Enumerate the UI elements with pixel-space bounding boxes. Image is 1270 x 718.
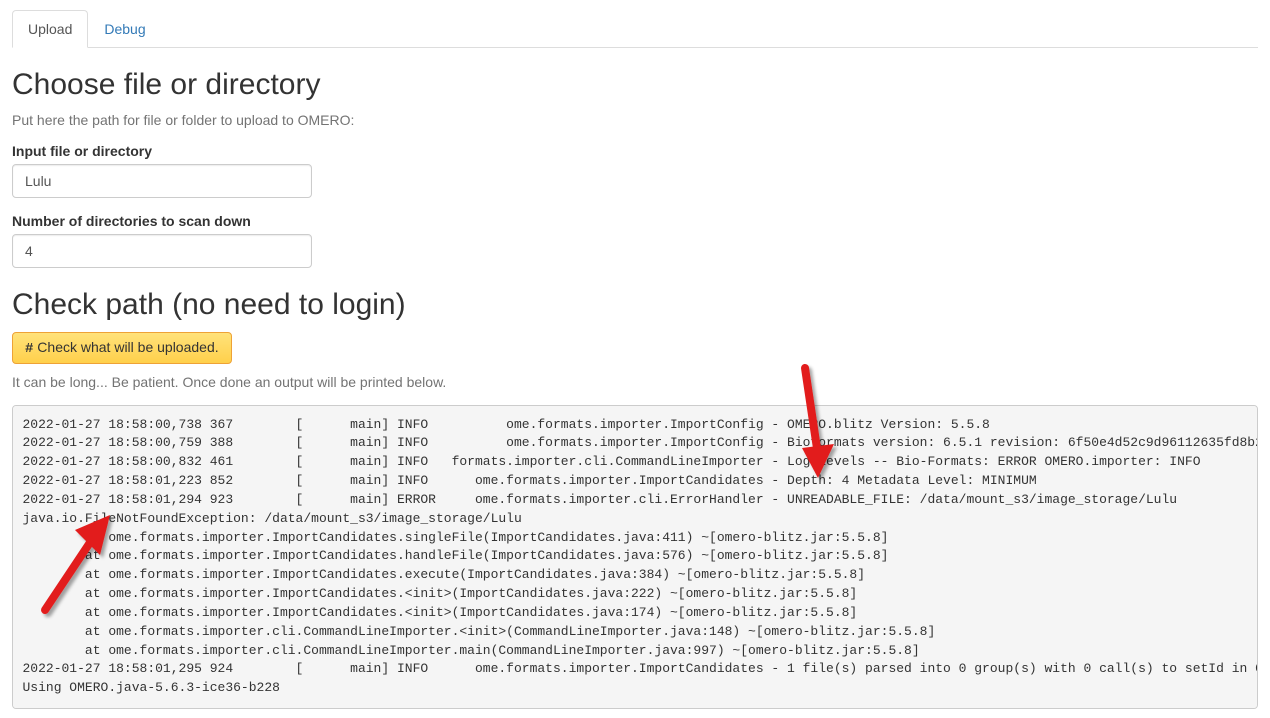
nav-tabs: Upload Debug <box>12 10 1258 48</box>
depth-stepper[interactable] <box>12 234 312 268</box>
section-check-title: Check path (no need to login) <box>12 288 1258 322</box>
depth-label: Number of directories to scan down <box>12 213 1258 229</box>
log-output: 2022-01-27 18:58:00,738 367 [ main] INFO… <box>12 405 1258 709</box>
input-file-label: Input file or directory <box>12 143 1258 159</box>
tab-upload[interactable]: Upload <box>12 10 88 48</box>
tab-debug[interactable]: Debug <box>88 10 161 48</box>
section-choose-help: Put here the path for file or folder to … <box>12 112 1258 128</box>
check-upload-button[interactable]: # Check what will be uploaded. <box>12 332 232 364</box>
section-choose-title: Choose file or directory <box>12 68 1258 102</box>
check-upload-button-label: Check what will be uploaded. <box>33 339 218 355</box>
patience-hint: It can be long... Be patient. Once done … <box>12 374 1258 390</box>
input-file-field[interactable] <box>12 164 312 198</box>
